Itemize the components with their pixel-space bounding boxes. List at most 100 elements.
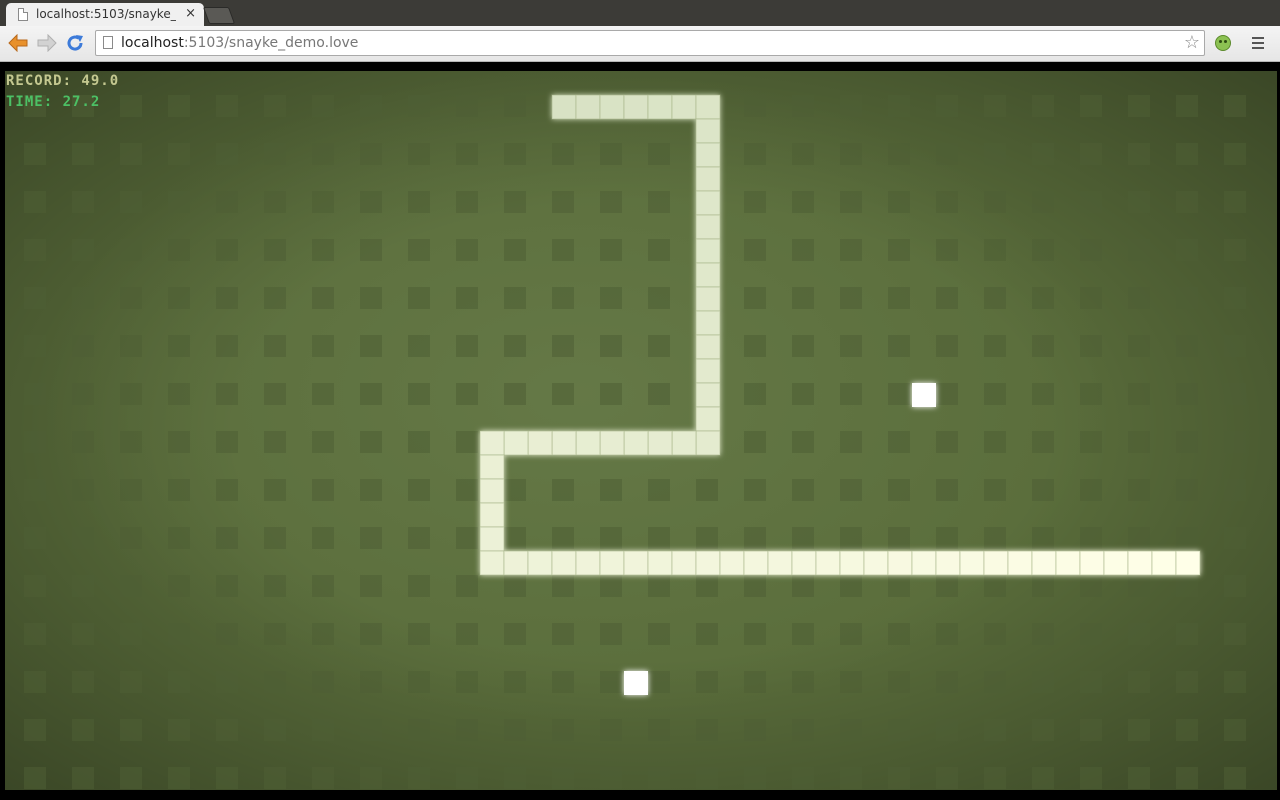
grid-square xyxy=(840,383,862,405)
grid-square xyxy=(216,575,238,597)
grid-square xyxy=(648,719,670,741)
snake-segment xyxy=(695,286,721,312)
grid-square xyxy=(408,575,430,597)
grid-square xyxy=(1176,335,1198,357)
page-icon xyxy=(103,36,113,49)
snake-segment xyxy=(695,334,721,360)
grid-square xyxy=(1176,287,1198,309)
grid-square xyxy=(216,479,238,501)
snake-segment xyxy=(647,430,673,456)
page-icon xyxy=(18,8,28,21)
extension-icon[interactable] xyxy=(1215,35,1231,51)
grid-square xyxy=(648,623,670,645)
grid-square xyxy=(408,335,430,357)
browser-tab[interactable]: localhost:5103/snayke_de × xyxy=(6,3,204,26)
snake-segment xyxy=(575,430,601,456)
grid-square xyxy=(1224,575,1246,597)
grid-square xyxy=(1032,767,1054,789)
grid-square xyxy=(168,575,190,597)
grid-square xyxy=(408,191,430,213)
grid-square xyxy=(648,671,670,693)
grid-square xyxy=(888,719,910,741)
snake-segment xyxy=(623,94,649,120)
grid-square xyxy=(120,431,142,453)
grid-square xyxy=(1224,671,1246,693)
grid-square xyxy=(696,479,718,501)
menu-icon[interactable] xyxy=(1252,37,1264,49)
forward-button[interactable] xyxy=(36,32,58,54)
grid-square xyxy=(1176,479,1198,501)
bookmark-star-icon[interactable]: ☆ xyxy=(1184,32,1200,53)
grid-square xyxy=(168,287,190,309)
grid-square xyxy=(1224,479,1246,501)
snake-segment xyxy=(935,550,961,576)
grid-square xyxy=(1128,431,1150,453)
grid-square xyxy=(168,671,190,693)
grid-square xyxy=(216,623,238,645)
grid-square xyxy=(408,623,430,645)
address-bar[interactable]: localhost:5103/snayke_demo.love ☆ xyxy=(95,30,1205,56)
game-canvas[interactable]: RECORD: 49.0 TIME: 27.2 xyxy=(5,71,1277,790)
grid-square xyxy=(1176,767,1198,789)
grid-square xyxy=(456,239,478,261)
snake-segment xyxy=(671,94,697,120)
grid-square xyxy=(888,287,910,309)
grid-square xyxy=(120,767,142,789)
grid-square xyxy=(1224,191,1246,213)
grid-square xyxy=(648,767,670,789)
grid-square xyxy=(648,191,670,213)
grid-square xyxy=(696,767,718,789)
grid-square xyxy=(936,671,958,693)
grid-square xyxy=(24,335,46,357)
grid-square xyxy=(984,671,1006,693)
grid-square xyxy=(168,143,190,165)
grid-square xyxy=(456,623,478,645)
grid-square xyxy=(24,527,46,549)
grid-square xyxy=(264,479,286,501)
grid-square xyxy=(984,191,1006,213)
grid-square xyxy=(792,431,814,453)
grid-square xyxy=(24,575,46,597)
grid-square xyxy=(312,623,334,645)
grid-square xyxy=(1224,335,1246,357)
snake-segment xyxy=(695,118,721,144)
grid-square xyxy=(168,335,190,357)
grid-square xyxy=(744,671,766,693)
grid-square xyxy=(600,719,622,741)
grid-square xyxy=(408,95,430,117)
grid-square xyxy=(792,671,814,693)
grid-square xyxy=(936,431,958,453)
snake-segment xyxy=(767,550,793,576)
snake-segment xyxy=(599,94,625,120)
snake-segment xyxy=(1031,550,1057,576)
grid-square xyxy=(744,143,766,165)
reload-button[interactable] xyxy=(64,32,86,54)
back-button[interactable] xyxy=(7,32,29,54)
snake-segment xyxy=(695,190,721,216)
snake-segment xyxy=(527,430,553,456)
grid-square xyxy=(264,95,286,117)
grid-square xyxy=(456,383,478,405)
grid-square xyxy=(744,431,766,453)
tab-close-icon[interactable]: × xyxy=(185,6,196,21)
grid-square xyxy=(600,671,622,693)
grid-square xyxy=(504,575,526,597)
grid-square xyxy=(264,623,286,645)
url-text[interactable]: localhost:5103/snayke_demo.love xyxy=(121,35,358,51)
grid-square xyxy=(1128,143,1150,165)
grid-square xyxy=(264,287,286,309)
grid-square xyxy=(312,191,334,213)
grid-square xyxy=(456,719,478,741)
snake-segment xyxy=(623,430,649,456)
grid-square xyxy=(504,623,526,645)
grid-square xyxy=(888,95,910,117)
grid-square xyxy=(1032,95,1054,117)
grid-square xyxy=(504,191,526,213)
snake-segment xyxy=(479,526,505,552)
snake-segment xyxy=(1007,550,1033,576)
grid-square xyxy=(888,191,910,213)
new-tab-button[interactable] xyxy=(202,7,236,24)
grid-square xyxy=(360,431,382,453)
grid-square xyxy=(456,95,478,117)
grid-square xyxy=(840,527,862,549)
